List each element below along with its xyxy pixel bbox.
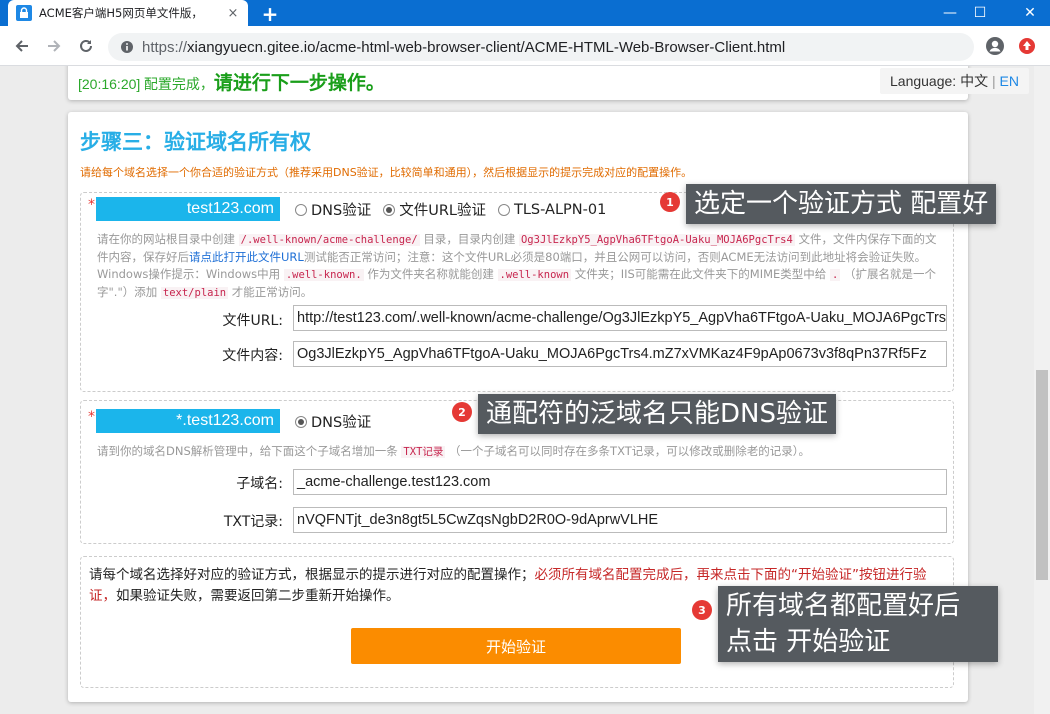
- tab-strip: ACME客户端H5网页单文件版， × + — ☐ ✕: [0, 0, 1050, 26]
- status-time: [20:16:20]: [78, 76, 141, 92]
- step-title: 步骤三：验证域名所有权: [80, 130, 311, 154]
- start-verify-button[interactable]: 开始验证: [351, 628, 681, 664]
- desc-text: 请在你的网站根目录中创建: [97, 232, 235, 246]
- callout-3-line1: 所有域名都配置好后: [726, 591, 961, 621]
- reload-icon: [80, 39, 92, 52]
- file-url-label: 文件URL:: [222, 313, 284, 329]
- subdomain-label: 子域名:: [236, 476, 283, 492]
- txt-record-field[interactable]: nVQFNTjt_de3n8gt5L5CwZqsNgbD2R0O-9dAprwV…: [293, 507, 947, 533]
- code-folder: .well-known: [497, 269, 572, 281]
- url-scheme: https://: [142, 38, 188, 56]
- dns-verify-instructions: 请到你的域名DNS解析管理中，给下面这个子域名增加一条 TXT记录 （一个子域名…: [97, 443, 947, 461]
- reload-button[interactable]: [74, 34, 98, 58]
- status-message: 配置完成，: [143, 76, 214, 92]
- radio-tls-alpn[interactable]: [498, 203, 510, 216]
- tab-title: ACME客户端H5网页单文件版，: [39, 6, 203, 20]
- update-arrow-icon: [1019, 38, 1035, 54]
- code-path: /.well-known/acme-challenge/: [238, 234, 420, 246]
- file-url-field[interactable]: http://test123.com/.well-known/acme-chal…: [293, 305, 947, 331]
- url-text: https://xiangyuecn.gitee.io/acme-html-we…: [142, 39, 785, 56]
- domain-badge: test123.com: [96, 197, 280, 221]
- desc-text: 的MIME类型中给: [738, 267, 827, 281]
- radio-dns[interactable]: [295, 203, 307, 216]
- verify-method-group: DNS验证 文件URL验证 TLS-ALPN-01: [295, 199, 614, 220]
- code-mime: text/plain: [160, 287, 229, 299]
- callout-number-2: 2: [452, 402, 472, 422]
- status-line: [20:16:20] 配置完成，请进行下一步操作。: [78, 68, 385, 95]
- file-content-label: 文件内容:: [222, 348, 283, 364]
- info-icon[interactable]: [120, 40, 134, 54]
- radio-tls-alpn-label[interactable]: TLS-ALPN-01: [514, 202, 606, 218]
- code-folder: .well-known.: [283, 269, 364, 281]
- lock-favicon-icon: [16, 5, 32, 21]
- new-tab-button[interactable]: +: [258, 2, 282, 26]
- verify-method-group: DNS验证: [295, 411, 379, 432]
- file-verify-instructions: 请在你的网站根目录中创建 /.well-known/acme-challenge…: [97, 231, 947, 302]
- language-en[interactable]: EN: [1000, 73, 1019, 89]
- txt-record-label: TXT记录:: [223, 514, 283, 530]
- radio-file-url-label[interactable]: 文件URL验证: [399, 199, 486, 220]
- browser-tab[interactable]: ACME客户端H5网页单文件版， ×: [8, 0, 248, 26]
- note-text: 请每个域名选择好对应的验证方式，根据显示的提示进行对应的配置操作；: [89, 567, 535, 583]
- desc-text: 文件，文件内保: [798, 232, 879, 246]
- language-switcher: Language: 中文 | EN: [880, 68, 1029, 94]
- status-next-step: 请进行下一步操作。: [213, 73, 385, 94]
- tab-close-icon[interactable]: ×: [226, 6, 240, 21]
- step-hint: 请给每个域名选择一个你合适的验证方式（推荐采用DNS验证，比较简单和通用），然后…: [80, 166, 693, 179]
- subdomain-field[interactable]: _acme-challenge.test123.com: [293, 469, 947, 495]
- open-file-url-link[interactable]: 请点此打开此文件URL: [189, 250, 304, 264]
- update-button[interactable]: [1015, 34, 1039, 58]
- browser-toolbar: https://xiangyuecn.gitee.io/acme-html-we…: [0, 26, 1050, 66]
- page-viewport: [20:16:20] 配置完成，请进行下一步操作。 Language: 中文 |…: [0, 66, 1050, 714]
- required-star: *: [88, 197, 95, 213]
- file-content-field[interactable]: Og3JlEzkpY5_AgpVha6TFtgoA-Uaku_MOJA6PgcT…: [293, 341, 947, 367]
- radio-dns[interactable]: [295, 415, 307, 428]
- radio-file-url[interactable]: [383, 203, 396, 216]
- desc-text: （一个子域名可以同时存在多条TXT记录，可以修改或删除老的记录）。: [449, 444, 811, 458]
- callout-number-3: 3: [692, 600, 712, 620]
- note-text: 如果验证失败，需要返回第二步重新开始操作。: [116, 588, 400, 604]
- callout-3-line2: 点击 开始验证: [726, 627, 891, 657]
- forward-arrow-icon: [48, 40, 61, 52]
- url-host-path: xiangyuecn.gitee.io/acme-html-web-browse…: [187, 38, 786, 56]
- note-warning: 必须所有域名配置完成后，再来点击下面的“开始验: [534, 567, 839, 583]
- callout-2: 通配符的泛域名只能DNS验证: [478, 394, 836, 434]
- desc-text: 文件夹；IIS可能需在此文件夹下: [574, 267, 739, 281]
- page-scrollbar[interactable]: [1034, 66, 1050, 714]
- previous-step-card: [20:16:20] 配置完成，请进行下一步操作。: [68, 66, 968, 100]
- desc-text: 请到你的域名DNS解析管理中，给下面这个子域名增加一条: [97, 444, 398, 458]
- profile-button[interactable]: [983, 34, 1007, 58]
- back-button[interactable]: [10, 34, 34, 58]
- callout-1: 选定一个验证方式 配置好: [686, 184, 997, 224]
- radio-dns-label[interactable]: DNS验证: [311, 199, 371, 220]
- desc-text: 目录，目录内创建: [423, 232, 516, 246]
- address-bar[interactable]: https://xiangyuecn.gitee.io/acme-html-we…: [108, 33, 974, 61]
- desc-text: 测试能否正常访问；注意：这个文件URL必须是80端口，并且公网可以访问，否则AC…: [303, 250, 789, 264]
- language-separator: |: [991, 73, 996, 89]
- code-ext: .: [829, 269, 841, 281]
- desc-text: 作为文件夹名称就能创建: [367, 267, 494, 281]
- scrollbar-thumb[interactable]: [1036, 370, 1048, 580]
- maximize-button[interactable]: ☐: [960, 0, 1000, 26]
- code-txt: TXT记录: [401, 446, 446, 458]
- code-filename: Og3JlEzkpY5_AgpVha6TFtgoA-Uaku_MOJA6PgcT…: [518, 234, 795, 246]
- close-window-button[interactable]: ✕: [1010, 0, 1050, 26]
- required-star: *: [88, 409, 95, 425]
- callout-number-1: 1: [660, 192, 680, 212]
- language-zh[interactable]: 中文: [960, 73, 988, 89]
- domain-badge: *.test123.com: [96, 409, 280, 433]
- back-arrow-icon: [15, 40, 28, 52]
- account-icon: [986, 37, 1004, 55]
- callout-3: 所有域名都配置好后 点击 开始验证: [718, 586, 998, 662]
- language-label: Language:: [890, 73, 957, 89]
- desc-text: 才能正常访问。: [231, 285, 313, 299]
- forward-button[interactable]: [42, 34, 66, 58]
- radio-dns-label[interactable]: DNS验证: [311, 411, 371, 432]
